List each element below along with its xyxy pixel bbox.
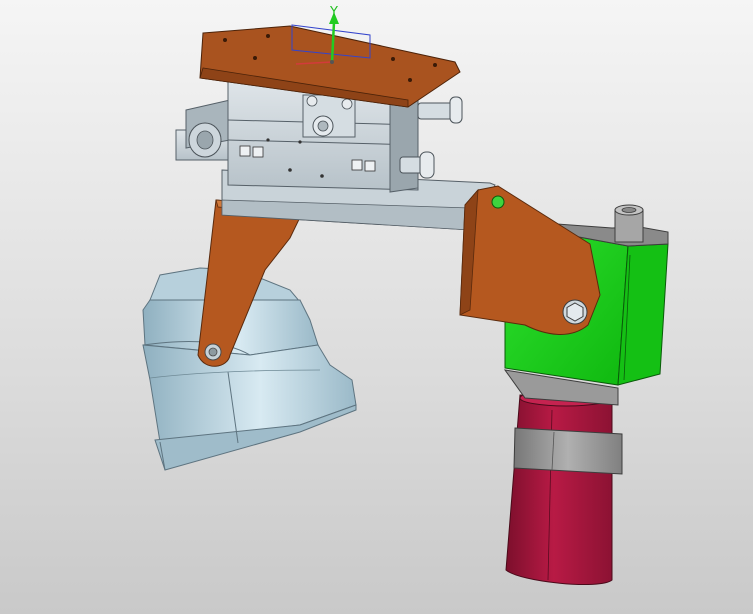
cylinder-band[interactable] — [513, 427, 623, 475]
model-scene[interactable]: Y — [0, 0, 753, 614]
cad-viewport[interactable]: Y — [0, 0, 753, 614]
motor-shaft[interactable] — [614, 204, 644, 243]
y-axis-label: Y — [329, 5, 338, 20]
adjust-knob-upper[interactable] — [417, 96, 463, 124]
adjust-knob-left[interactable] — [188, 122, 222, 158]
drive-cylinder[interactable] — [505, 389, 613, 585]
pivot-bracket[interactable] — [459, 185, 601, 335]
